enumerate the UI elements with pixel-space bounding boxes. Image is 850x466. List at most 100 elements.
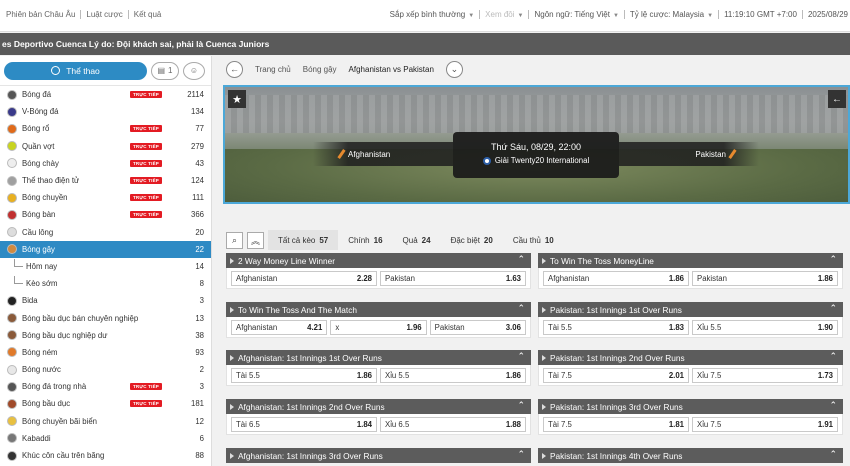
sidebar-item[interactable]: Bóng bầu dục TRỰC TIẾP 181 xyxy=(0,395,211,412)
sidebar-item[interactable]: Bóng bầu dục nghiệp dư 38 xyxy=(0,327,211,344)
sport-icon xyxy=(7,313,17,324)
back-arrow-icon[interactable]: ← xyxy=(226,60,243,78)
chevron-up-icon[interactable]: ⌃ xyxy=(517,254,525,265)
odds-button[interactable]: Tài 6.5 1.84 xyxy=(231,417,377,432)
market-tab[interactable]: Chính 16 xyxy=(338,230,392,250)
chevron-up-icon[interactable]: ⌃ xyxy=(829,303,837,314)
odds-button[interactable]: Tài 5.5 1.83 xyxy=(543,320,689,335)
selection-name: Pakistan xyxy=(697,274,727,283)
sports-button[interactable]: Thể thao xyxy=(4,61,147,80)
bet-slip-button[interactable]: ▤ 1 xyxy=(151,61,179,80)
sidebar-item[interactable]: Bóng gậy 22 xyxy=(0,240,211,258)
market-tab[interactable]: Quả 24 xyxy=(393,230,441,250)
sidebar-item[interactable]: Kabaddi 6 xyxy=(0,430,211,447)
link-european-version[interactable]: Phiên bản Châu Âu xyxy=(6,10,82,19)
sidebar-item-count: 88 xyxy=(195,451,204,461)
market-header[interactable]: Afghanistan: 1st Innings 3rd Over Runs ⌃ xyxy=(226,448,531,463)
sidebar-item[interactable]: Quần vợt TRỰC TIẾP 279 xyxy=(0,138,211,155)
sidebar-item[interactable]: Bóng chày TRỰC TIẾP 43 xyxy=(0,155,211,172)
sidebar-item[interactable]: Bóng bầu dục bán chuyên nghiệp 13 xyxy=(0,309,211,326)
sidebar-item[interactable]: Kèo sớm 8 xyxy=(0,275,211,292)
odds-button[interactable]: Tài 7.5 2.01 xyxy=(543,368,689,383)
market-header[interactable]: Pakistan: 1st Innings 1st Over Runs ⌃ xyxy=(538,302,843,317)
market-tab[interactable]: Tất cả kèo 57 xyxy=(268,230,339,250)
sidebar-item-label: Bóng đá trong nhà xyxy=(22,382,87,392)
odds-button[interactable]: Pakistan 3.06 xyxy=(429,320,526,335)
selection-name: Tài 6.5 xyxy=(236,420,260,429)
chevron-up-icon[interactable]: ⌃ xyxy=(829,351,837,362)
odds-button[interactable]: Xỉu 6.5 1.88 xyxy=(380,417,526,432)
chevron-up-icon[interactable]: ⌃ xyxy=(517,449,525,460)
market-tab[interactable]: Cầu thủ 10 xyxy=(503,230,564,250)
market-header[interactable]: Pakistan: 1st Innings 2nd Over Runs ⌃ xyxy=(538,350,843,365)
chevron-up-icon[interactable]: ⌃ xyxy=(829,254,837,265)
chevron-up-icon[interactable]: ⌃ xyxy=(829,400,837,411)
live-badge: TRỰC TIẾP xyxy=(129,91,162,99)
market-header[interactable]: Pakistan: 1st Innings 4th Over Runs ⌃ xyxy=(538,448,843,463)
sidebar-item-label: Quần vợt xyxy=(22,141,55,151)
odds-dropdown[interactable]: Tỷ lệ cược: Malaysia ▼ xyxy=(625,10,720,19)
market-header[interactable]: 2 Way Money Line Winner ⌃ xyxy=(226,253,531,268)
sidebar-item[interactable]: Bóng bàn TRỰC TIẾP 366 xyxy=(0,206,211,223)
sidebar-item[interactable]: Bóng ném 93 xyxy=(0,344,211,361)
selection-name: Pakistan xyxy=(385,274,415,283)
market-selections: Tài 6.5 1.84 Xỉu 6.5 1.88 xyxy=(226,414,531,435)
odds-button[interactable]: Xỉu 7.5 1.91 xyxy=(692,417,838,432)
sidebar-item[interactable]: Bóng nước 2 xyxy=(0,361,211,378)
market-header[interactable]: Afghanistan: 1st Innings 1st Over Runs ⌃ xyxy=(226,350,531,365)
odds-button[interactable]: x 1.96 xyxy=(330,320,427,335)
odds-button[interactable]: Afghanistan 2.28 xyxy=(231,271,377,286)
sport-list: Bóng đá TRỰC TIẾP 2114 V-Bóng đá 134 Bóng rổ T… xyxy=(0,86,211,464)
odds-button[interactable]: Pakistan 1.63 xyxy=(380,271,526,286)
account-button[interactable]: ☺ xyxy=(183,61,205,80)
caret-right-icon xyxy=(230,354,234,361)
chevron-up-icon[interactable]: ⌃ xyxy=(829,449,837,460)
sidebar-item[interactable]: Bida 3 xyxy=(0,292,211,309)
market-tab[interactable]: Đặc biệt 20 xyxy=(441,230,503,250)
sidebar-item[interactable]: Khúc côn cầu trên băng 88 xyxy=(0,447,211,464)
odds-button[interactable]: Xỉu 7.5 1.73 xyxy=(692,368,838,383)
search-icon[interactable]: ⌕ xyxy=(226,231,243,249)
top-settings: Sắp xếp bình thường ▼ Xem đôi ▼ Ngôn ngữ: … xyxy=(385,10,850,19)
sidebar-header: Thể thao ▤ 1 ☺ xyxy=(0,56,211,86)
sidebar-item[interactable]: Cầu lông 20 xyxy=(0,224,211,241)
sidebar-item[interactable]: Bóng rổ TRỰC TIẾP 77 xyxy=(0,120,211,137)
sidebar-item[interactable]: V-Bóng đá 134 xyxy=(0,103,211,120)
odds-button[interactable]: Xỉu 5.5 1.86 xyxy=(380,368,526,383)
odds-button[interactable]: Afghanistan 4.21 xyxy=(231,320,328,335)
link-betting-rules[interactable]: Luật cược xyxy=(81,10,129,19)
sidebar-item[interactable]: Thể thao điện tử TRỰC TIẾP 124 xyxy=(0,172,211,189)
sidebar-item[interactable]: Bóng đá TRỰC TIẾP 2114 xyxy=(0,86,211,103)
breadcrumb-sport[interactable]: Bóng gậy xyxy=(303,65,337,74)
selection-odds: 1.91 xyxy=(817,420,833,429)
odds-button[interactable]: Afghanistan 1.86 xyxy=(543,271,689,286)
selection-odds: 2.28 xyxy=(356,274,372,283)
view-dropdown[interactable]: Xem đôi ▼ xyxy=(480,10,530,19)
sport-icon xyxy=(7,209,17,220)
odds-button[interactable]: Tài 7.5 1.81 xyxy=(543,417,689,432)
sidebar-item[interactable]: Bóng đá trong nhà TRỰC TIẾP 3 xyxy=(0,378,211,395)
odds-button[interactable]: Xỉu 5.5 1.90 xyxy=(692,320,838,335)
sidebar-item-label: V-Bóng đá xyxy=(22,107,59,117)
language-dropdown[interactable]: Ngôn ngữ: Tiếng Việt ▼ xyxy=(529,10,625,19)
sort-dropdown[interactable]: Sắp xếp bình thường ▼ xyxy=(385,10,481,19)
collapse-all-icon[interactable]: ︽ xyxy=(247,231,264,249)
market-card: Pakistan: 1st Innings 3rd Over Runs ⌃ Tài … xyxy=(538,399,843,435)
chevron-up-icon[interactable]: ⌃ xyxy=(517,303,525,314)
link-results[interactable]: Kết quả xyxy=(129,10,167,19)
sidebar-item[interactable]: Bóng chuyền bãi biển 12 xyxy=(0,413,211,430)
odds-button[interactable]: Pakistan 1.86 xyxy=(692,271,838,286)
market-header[interactable]: To Win The Toss MoneyLine ⌃ xyxy=(538,253,843,268)
sidebar-item[interactable]: Bóng chuyền TRỰC TIẾP 111 xyxy=(0,189,211,206)
market-header[interactable]: Afghanistan: 1st Innings 2nd Over Runs ⌃ xyxy=(226,399,531,414)
market-header[interactable]: To Win The Toss And The Match ⌃ xyxy=(226,302,531,317)
breadcrumb-home[interactable]: Trang chủ xyxy=(255,65,291,74)
sidebar-item[interactable]: Hôm nay 14 xyxy=(0,258,211,275)
chevron-up-icon[interactable]: ⌃ xyxy=(517,400,525,411)
odds-button[interactable]: Tài 5.5 1.86 xyxy=(231,368,377,383)
chevron-down-icon[interactable]: ⌄ xyxy=(445,60,463,78)
market-header[interactable]: Pakistan: 1st Innings 3rd Over Runs ⌃ xyxy=(538,399,843,414)
star-icon[interactable]: ★ xyxy=(228,90,246,108)
arrow-left-icon[interactable]: ← xyxy=(828,90,846,108)
chevron-up-icon[interactable]: ⌃ xyxy=(517,351,525,362)
